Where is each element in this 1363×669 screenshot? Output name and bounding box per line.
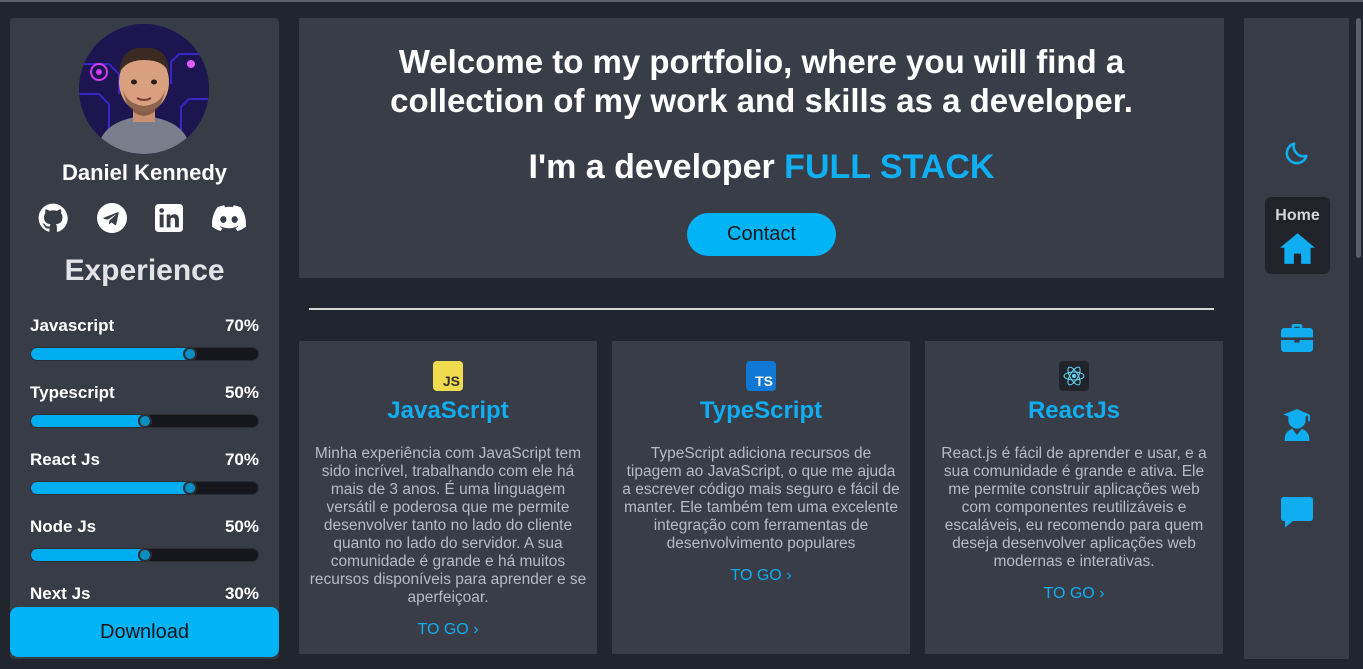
skill-progress-fill [31, 348, 190, 360]
telegram-link[interactable] [95, 201, 129, 235]
nav-home[interactable]: Home [1265, 197, 1330, 274]
avatar-illustration [79, 24, 209, 154]
profile-name: Daniel Kennedy [61, 160, 228, 185]
typescript-icon: TS [746, 361, 776, 391]
skill-card-reactjs: ReactJs React.js é fácil de aprender e u… [925, 341, 1223, 654]
skill-progress-knob [182, 347, 197, 361]
javascript-icon: JS [433, 361, 463, 391]
skill-progress-bar [30, 548, 259, 562]
card-link-label: TO GO [417, 621, 469, 638]
card-description: TypeScript adiciona recursos de tipagem … [622, 445, 900, 552]
avatar [79, 24, 209, 154]
moon-icon [1285, 142, 1308, 165]
experience-title: Experience [64, 254, 225, 287]
skill-progress-knob [137, 414, 152, 428]
download-button[interactable]: Download [10, 607, 279, 657]
skill-progress-knob [137, 548, 152, 562]
hero-subtitle-accent: FULL STACK [784, 148, 995, 186]
hero-subtitle-prefix: I'm a developer [528, 148, 785, 186]
chat-icon [1281, 497, 1313, 528]
discord-link[interactable] [212, 201, 246, 235]
graduate-icon [1283, 409, 1310, 441]
card-to-go-link[interactable]: TO GO › [925, 585, 1223, 603]
linkedin-link[interactable] [152, 201, 186, 235]
card-title: JavaScript [387, 397, 509, 424]
skills-list: Javascript 70% Typescript 50% React Js 7… [30, 316, 259, 651]
skill-percent: 70% [224, 450, 259, 469]
skill-percent: 50% [224, 383, 259, 402]
card-link-label: TO GO [730, 567, 782, 584]
profile-sidebar: Daniel Kennedy Experience Javascript 70%… [10, 18, 279, 659]
telegram-icon [97, 203, 127, 233]
skill-item: Node Js 50% [30, 517, 259, 584]
chevron-right-icon: › [786, 567, 792, 584]
skill-progress-fill [31, 415, 145, 427]
skill-progress-fill [31, 482, 190, 494]
react-logo [1063, 366, 1085, 386]
chevron-right-icon: › [473, 621, 479, 638]
skill-progress-fill [31, 549, 145, 561]
linkedin-icon [155, 204, 183, 232]
skill-name: Node Js [30, 517, 97, 536]
hero-title: Welcome to my portfolio, where you will … [390, 43, 1133, 119]
react-icon [1059, 361, 1089, 391]
card-title: TypeScript [699, 397, 823, 424]
skill-progress-bar [30, 481, 259, 495]
skill-percent: 50% [224, 517, 259, 536]
section-divider [309, 308, 1214, 310]
page-scrollbar[interactable] [1356, 18, 1361, 258]
skill-card-javascript: JS JavaScript Minha experiência com Java… [299, 341, 597, 654]
skill-item: Javascript 70% [30, 316, 259, 383]
skill-name: Next Js [30, 584, 91, 603]
theme-toggle[interactable] [1280, 136, 1314, 170]
nav-home-label: Home [1275, 207, 1320, 224]
card-link-label: TO GO [1043, 585, 1095, 602]
skill-progress-bar [30, 347, 259, 361]
home-icon [1280, 233, 1315, 264]
briefcase-icon [1281, 324, 1313, 352]
hero-section: Welcome to my portfolio, where you will … [299, 18, 1224, 278]
skill-name: Javascript [30, 316, 115, 335]
card-description: React.js é fácil de aprender e usar, e a… [941, 445, 1207, 570]
card-to-go-link[interactable]: TO GO › [299, 621, 597, 639]
chevron-right-icon: › [1099, 585, 1105, 602]
nav-education[interactable] [1280, 408, 1314, 442]
skill-item: React Js 70% [30, 450, 259, 517]
skill-progress-knob [182, 481, 197, 495]
card-description: Minha experiência com JavaScript tem sid… [309, 445, 587, 606]
right-nav: Home [1244, 18, 1349, 659]
skill-percent: 70% [224, 316, 259, 335]
card-title: ReactJs [1027, 397, 1121, 424]
skill-card-typescript: TS TypeScript TypeScript adiciona recurs… [612, 341, 910, 654]
skill-name: React Js [30, 450, 100, 469]
github-link[interactable] [36, 201, 70, 235]
skill-item: Typescript 50% [30, 383, 259, 450]
discord-icon [212, 205, 246, 232]
skill-name: Typescript [30, 383, 115, 402]
skill-progress-bar [30, 414, 259, 428]
nav-projects[interactable] [1280, 321, 1314, 355]
github-icon [38, 203, 68, 232]
skill-percent: 30% [224, 584, 259, 603]
hero-subtitle: I'm a developer FULL STACK [299, 148, 1224, 187]
card-to-go-link[interactable]: TO GO › [612, 567, 910, 585]
social-links [10, 201, 279, 235]
contact-button[interactable]: Contact [687, 213, 836, 256]
nav-contact[interactable] [1280, 496, 1314, 530]
